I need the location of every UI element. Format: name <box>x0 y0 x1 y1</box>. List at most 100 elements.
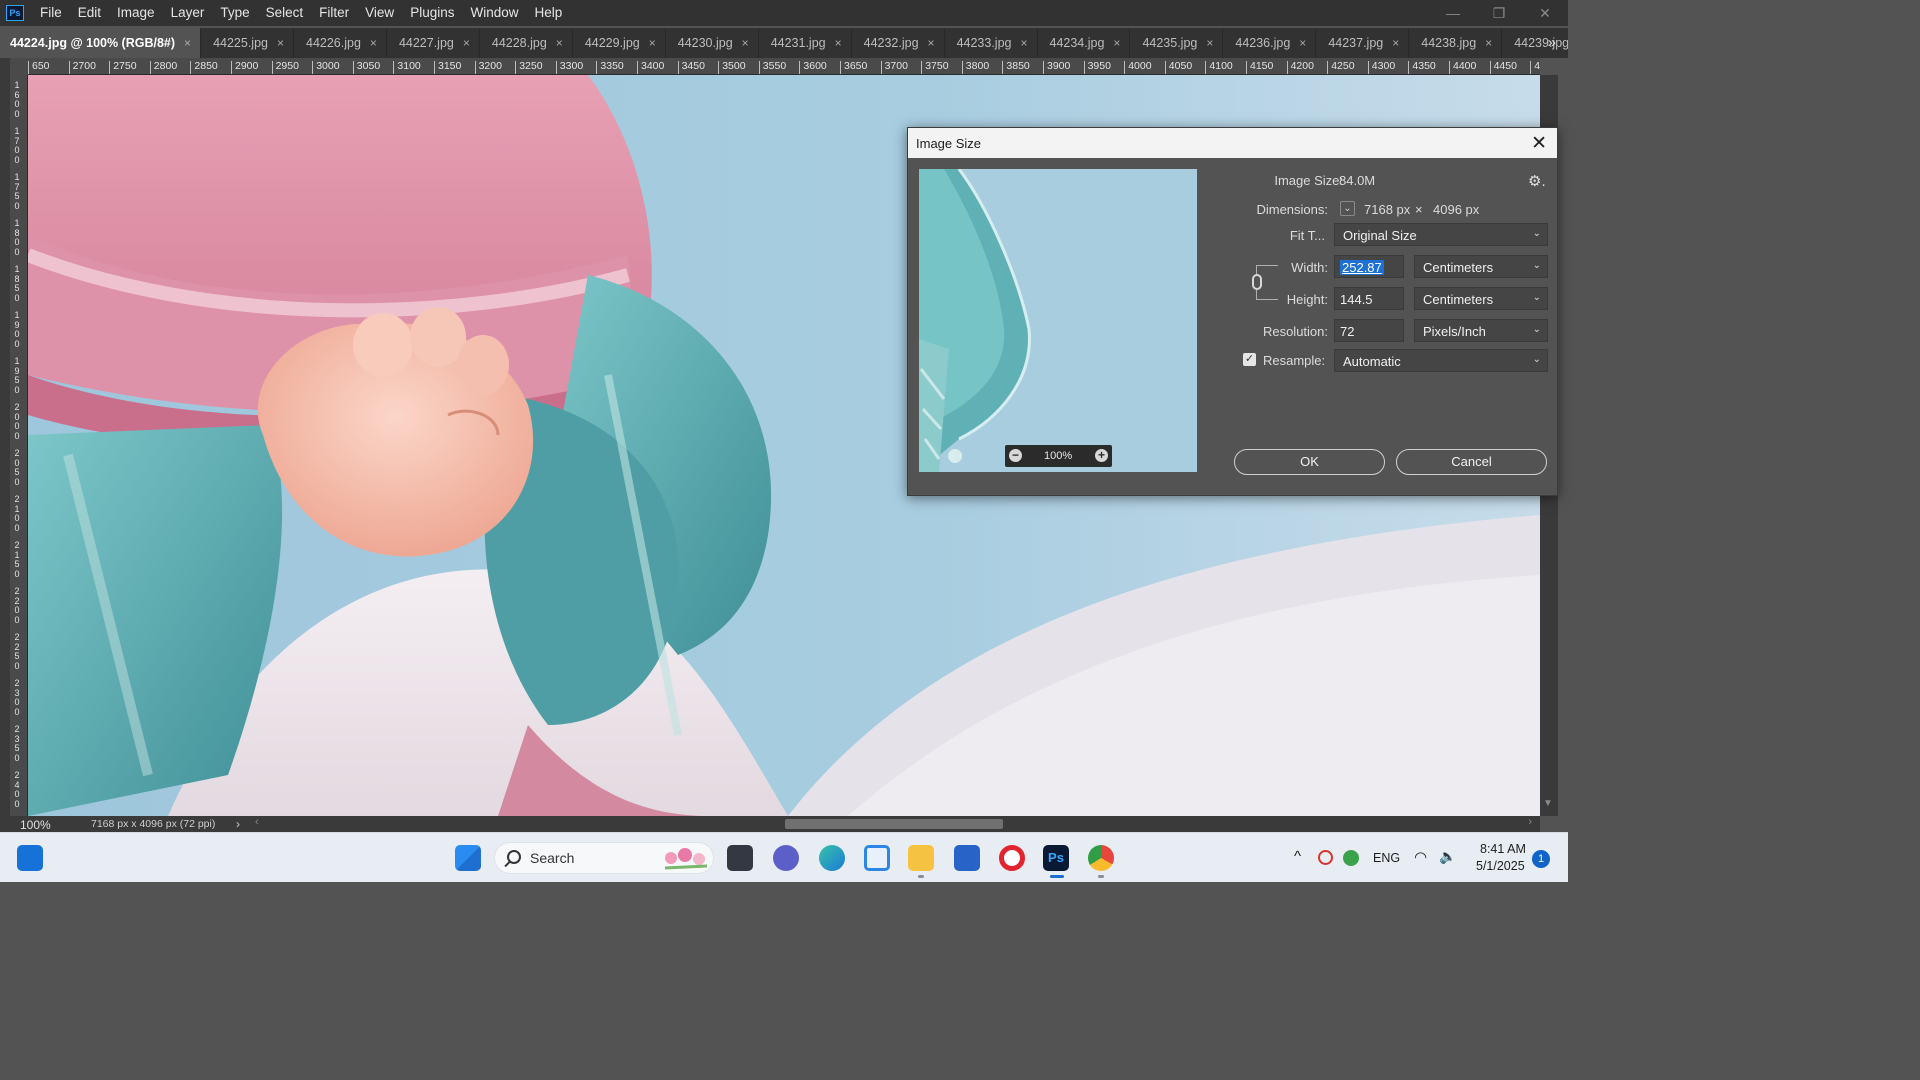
document-tab[interactable]: 44231.jpg × <box>759 28 852 58</box>
dialog-titlebar[interactable]: Image Size ✕ <box>908 128 1557 158</box>
document-tab[interactable]: 44238.jpg × <box>1409 28 1503 58</box>
tab-close-icon[interactable]: × <box>649 36 656 50</box>
document-tab[interactable]: 44237.jpg × <box>1316 28 1410 58</box>
tab-close-icon[interactable]: × <box>1206 36 1213 50</box>
document-tab[interactable]: 44234.jpg × <box>1038 28 1131 58</box>
close-window-button[interactable]: ✕ <box>1522 0 1568 26</box>
gear-icon[interactable]: ⚙. <box>1528 172 1546 190</box>
horizontal-scrollbar[interactable]: ‹ › <box>240 816 1540 832</box>
wifi-icon[interactable]: ◠ <box>1414 848 1427 866</box>
menu-plugins[interactable]: Plugins <box>402 0 462 26</box>
resample-checkbox[interactable]: ✓ <box>1243 353 1256 366</box>
document-tab[interactable]: 44226.jpg × <box>294 28 387 58</box>
tab-close-icon[interactable]: × <box>277 36 284 50</box>
fit-to-select[interactable]: Original Size ⌄ <box>1334 223 1548 246</box>
taskbar-search[interactable]: Search <box>494 842 714 874</box>
resample-select[interactable]: Automatic ⌄ <box>1334 349 1548 372</box>
document-tab[interactable]: 44235.jpg × <box>1130 28 1224 58</box>
dimensions-units-chevron-icon[interactable]: ⌄ <box>1340 201 1355 216</box>
tab-close-icon[interactable]: × <box>1392 36 1399 50</box>
file-explorer-icon[interactable] <box>908 845 934 871</box>
vertical-ruler[interactable]: 1 6 0 0 1 7 0 0 1 7 5 0 1 8 0 0 1 8 5 0 1 9 0… <box>10 75 28 816</box>
menu-select[interactable]: Select <box>258 0 312 26</box>
document-tab[interactable]: 44224.jpg @ 100% (RGB/8#) × <box>0 28 202 58</box>
resolution-input[interactable]: 72 <box>1334 319 1404 342</box>
tab-close-icon[interactable]: × <box>1485 36 1492 50</box>
document-tab[interactable]: 44225.jpg × <box>201 28 294 58</box>
menu-file[interactable]: File <box>32 0 70 26</box>
document-tab[interactable]: 44233.jpg × <box>945 28 1038 58</box>
ruler-tick-label: 3200 <box>474 61 502 74</box>
tab-close-icon[interactable]: × <box>1299 36 1306 50</box>
horizontal-ruler[interactable]: 650 2700 2750 2800 2850 2900 2950 3000 3050 3100 3… <box>28 58 1540 75</box>
tab-close-icon[interactable]: × <box>1020 36 1027 50</box>
language-indicator[interactable]: ENG <box>1373 851 1400 865</box>
document-tab[interactable]: 44227.jpg × <box>387 28 480 58</box>
task-view-icon[interactable] <box>727 845 753 871</box>
vpn-icon[interactable] <box>1318 850 1333 865</box>
microsoft-store-icon[interactable] <box>954 845 980 871</box>
windows-start-icon[interactable] <box>455 845 481 871</box>
menu-window[interactable]: Window <box>462 0 526 26</box>
menu-type[interactable]: Type <box>212 0 257 26</box>
ruler-origin[interactable] <box>10 58 28 75</box>
tab-close-icon[interactable]: × <box>742 36 749 50</box>
restore-button[interactable]: ❐ <box>1476 0 1522 26</box>
clock-date[interactable]: 5/1/2025 <box>1476 859 1525 873</box>
ruler-tick-label: 3400 <box>637 61 664 74</box>
tab-close-icon[interactable]: × <box>835 36 842 50</box>
tab-close-icon[interactable]: × <box>184 36 191 50</box>
tab-close-icon[interactable]: × <box>463 36 470 50</box>
cancel-button[interactable]: Cancel <box>1396 449 1547 475</box>
tab-close-icon[interactable]: × <box>1113 36 1120 50</box>
height-unit-select[interactable]: Centimeters ⌄ <box>1414 287 1548 310</box>
tab-overflow-icon[interactable]: » <box>1548 34 1556 51</box>
scroll-down-arrow-icon[interactable]: ▼ <box>1543 798 1553 809</box>
ok-button[interactable]: OK <box>1234 449 1385 475</box>
menu-filter[interactable]: Filter <box>311 0 357 26</box>
edge-browser-icon[interactable] <box>819 845 845 871</box>
width-input[interactable]: 252.87 <box>1334 255 1404 278</box>
menu-image[interactable]: Image <box>109 0 163 26</box>
menu-layer[interactable]: Layer <box>163 0 213 26</box>
opera-browser-icon[interactable] <box>999 845 1025 871</box>
constrain-proportions-link-icon[interactable] <box>1252 274 1262 290</box>
height-input[interactable]: 144.5 <box>1334 287 1404 310</box>
tab-close-icon[interactable]: × <box>556 36 563 50</box>
tab-close-icon[interactable]: × <box>370 36 377 50</box>
menu-edit[interactable]: Edit <box>70 0 109 26</box>
clock-time[interactable]: 8:41 AM <box>1480 842 1526 856</box>
status-menu-arrow-icon[interactable]: › <box>236 817 240 831</box>
scroll-left-arrow-icon[interactable]: ‹ <box>255 816 259 828</box>
menu-help[interactable]: Help <box>526 0 570 26</box>
document-tab[interactable]: 44239.jpg× <box>1502 28 1568 58</box>
lens-app-icon[interactable] <box>864 845 890 871</box>
zoom-in-icon[interactable]: + <box>1095 449 1108 462</box>
image-preview[interactable]: − 100% + <box>919 169 1197 472</box>
status-zoom-level[interactable]: 100% <box>20 818 51 832</box>
minimize-button[interactable]: — <box>1430 0 1476 26</box>
teams-chat-icon[interactable] <box>773 845 799 871</box>
document-tab[interactable]: 44228.jpg × <box>480 28 573 58</box>
chrome-browser-icon[interactable] <box>1088 845 1114 871</box>
volume-muted-icon[interactable]: 🔈 <box>1439 848 1456 865</box>
tab-close-icon[interactable]: × <box>928 36 935 50</box>
document-tab[interactable]: 44229.jpg × <box>573 28 666 58</box>
document-tab[interactable]: 44230.jpg × <box>666 28 759 58</box>
chevron-up-icon[interactable]: ^ <box>1294 848 1301 865</box>
notification-badge[interactable]: 1 <box>1532 850 1550 868</box>
zoom-out-icon[interactable]: − <box>1009 449 1022 462</box>
ruler-tick-label: 3250 <box>515 61 543 74</box>
dialog-close-button[interactable]: ✕ <box>1531 132 1547 155</box>
photoshop-taskbar-icon[interactable]: Ps <box>1043 845 1069 871</box>
widgets-icon[interactable] <box>17 845 43 871</box>
document-tab[interactable]: 44236.jpg × <box>1223 28 1317 58</box>
width-unit-select[interactable]: Centimeters ⌄ <box>1414 255 1548 278</box>
resolution-unit-select[interactable]: Pixels/Inch ⌄ <box>1414 319 1548 342</box>
ruler-tick-label: 4250 <box>1327 61 1355 74</box>
horizontal-scroll-thumb[interactable] <box>785 819 1003 829</box>
scroll-right-arrow-icon[interactable]: › <box>1528 816 1532 828</box>
network-globe-icon[interactable] <box>1343 850 1359 866</box>
menu-view[interactable]: View <box>357 0 402 26</box>
document-tab[interactable]: 44232.jpg × <box>852 28 945 58</box>
